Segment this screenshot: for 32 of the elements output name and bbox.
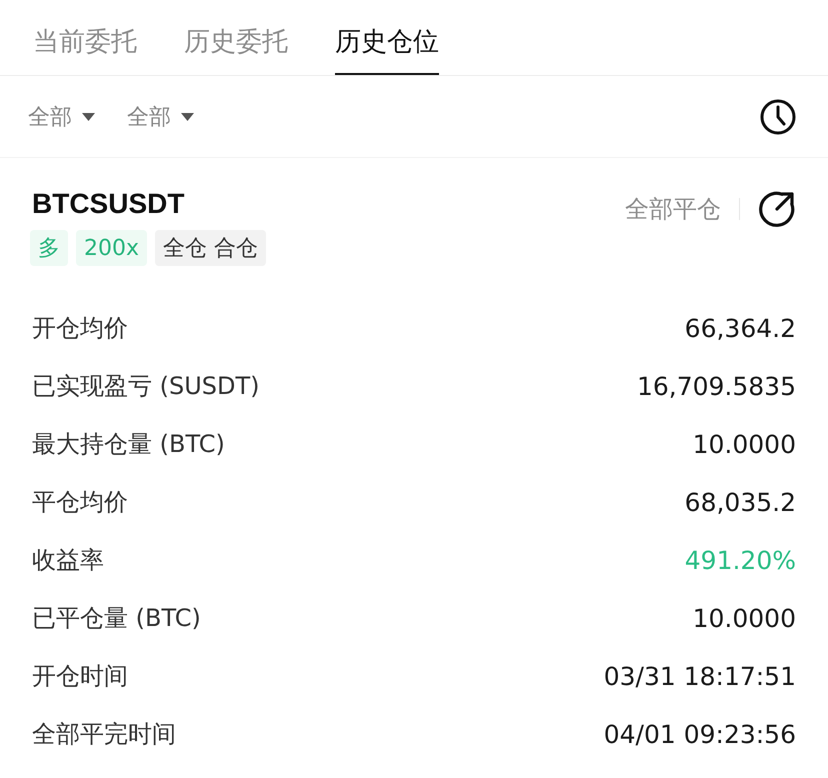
caret-down-icon <box>181 112 194 120</box>
field-value: 10.0000 <box>692 604 796 632</box>
field-value: 66,364.2 <box>684 314 796 342</box>
field-value: 68,035.2 <box>684 488 796 516</box>
field-label: 已平仓量 (BTC) <box>32 603 201 634</box>
share-button[interactable] <box>758 190 796 228</box>
field-label: 全部平完时间 <box>32 719 176 750</box>
position-tag: 200x <box>76 230 148 266</box>
tab[interactable]: 当前委托 <box>33 25 137 75</box>
caret-down-icon <box>82 112 95 120</box>
filter-dropdown[interactable]: 全部 <box>127 102 194 132</box>
close-all-button[interactable]: 全部平仓 <box>625 193 721 225</box>
field-value: 491.20% <box>684 546 796 574</box>
symbol-title: BTCSUSDT <box>32 187 186 221</box>
tab[interactable]: 历史仓位 <box>335 25 439 75</box>
field-label: 开仓时间 <box>32 661 128 692</box>
tab[interactable]: 历史委托 <box>184 25 288 75</box>
field-value: 10.0000 <box>692 430 796 458</box>
position-tag: 多 <box>30 230 68 266</box>
field-value: 04/01 09:23:56 <box>604 720 796 748</box>
clock-icon <box>760 98 796 134</box>
field-label: 已实现盈亏 (SUSDT) <box>32 371 260 402</box>
share-arrow-icon <box>758 190 796 228</box>
field-label: 收益率 <box>32 545 104 576</box>
field-label: 平仓均价 <box>32 487 128 518</box>
filter-dropdown[interactable]: 全部 <box>28 102 95 132</box>
field-label: 开仓均价 <box>32 313 128 344</box>
field-value: 16,709.5835 <box>636 372 796 400</box>
history-button[interactable] <box>760 98 796 134</box>
field-value: 03/31 18:17:51 <box>604 662 796 690</box>
position-tag: 全仓 合仓 <box>155 230 266 266</box>
field-label: 最大持仓量 (BTC) <box>32 429 225 460</box>
